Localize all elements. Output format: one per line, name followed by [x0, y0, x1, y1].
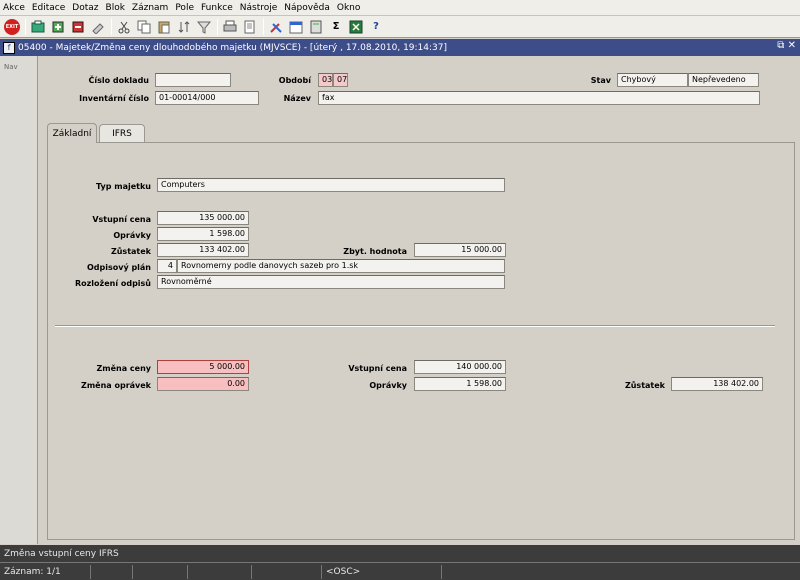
calculator-icon[interactable]: [308, 19, 324, 35]
exit-button[interactable]: EXIT: [4, 18, 20, 35]
toolbar-separator: [25, 18, 26, 35]
price-change-field[interactable]: 5 000.00: [157, 360, 249, 374]
asset-type-field[interactable]: Computers: [157, 178, 505, 192]
document-number-field[interactable]: [155, 73, 231, 87]
status-segment: [187, 564, 251, 579]
depreciation-plan-field[interactable]: Rovnomerny podle danovych sazeb pro 1.sk: [177, 259, 505, 273]
save-icon[interactable]: [30, 19, 46, 35]
tab-zakladni[interactable]: Základní: [47, 123, 97, 143]
status-field-2: Nepřevedeno: [688, 73, 759, 87]
depreciation-label: Oprávky: [113, 231, 151, 240]
toolbar-separator: [111, 18, 112, 35]
status-segment: [90, 564, 132, 579]
mode-indicator: <OSC>: [321, 564, 441, 579]
menu-editace[interactable]: Editace: [32, 3, 65, 13]
menu-zaznam[interactable]: Záznam: [132, 3, 168, 13]
cut-icon[interactable]: [116, 19, 132, 35]
toolbar-separator: [263, 18, 264, 35]
hint-bar: Změna vstupní ceny IFRS: [0, 545, 800, 562]
depreciation-distribution-label: Rozložení odpisů: [74, 279, 151, 288]
input-price-label: Vstupní cena: [92, 215, 151, 224]
exit-icon: EXIT: [4, 18, 20, 35]
form-content: Číslo dokladu Období 03 07 Stav Chybový …: [39, 56, 800, 544]
status-label: Stav: [590, 76, 611, 85]
balance-label: Zůstatek: [110, 247, 151, 256]
input-price-field: 135 000.00: [157, 211, 249, 225]
depreciation-plan-label: Odpisový plán: [86, 263, 151, 272]
filter-icon[interactable]: [196, 19, 212, 35]
window-titlebar: f 05400 - Majetek/Změna ceny dlouhodobéh…: [0, 39, 800, 56]
toolbar-separator: [217, 18, 218, 35]
section-divider: [55, 325, 775, 327]
depreciation-plan-code-field[interactable]: 4: [157, 259, 177, 273]
period-month-field[interactable]: 03: [318, 73, 333, 87]
menu-pole[interactable]: Pole: [175, 3, 194, 13]
price-change-label: Změna ceny: [96, 364, 151, 373]
new-input-price-label: Vstupní cena: [348, 364, 407, 373]
name-field[interactable]: fax: [318, 91, 760, 105]
menu-blok[interactable]: Blok: [106, 3, 125, 13]
delete-record-icon[interactable]: [70, 19, 86, 35]
record-counter: Záznam: 1/1: [4, 566, 61, 577]
tab-ifrs[interactable]: IFRS: [99, 124, 145, 143]
status-segment: [132, 564, 187, 579]
menu-dotaz[interactable]: Dotaz: [72, 3, 98, 13]
help-icon[interactable]: ?: [368, 19, 384, 35]
edit-icon[interactable]: [242, 19, 258, 35]
period-year-field[interactable]: 07: [333, 73, 348, 87]
menu-nastroje[interactable]: Nástroje: [240, 3, 278, 13]
sum-icon[interactable]: Σ: [328, 19, 344, 35]
inventory-number-label: Inventární číslo: [79, 94, 149, 103]
document-number-label: Číslo dokladu: [88, 76, 149, 85]
nav-label[interactable]: Nav: [4, 63, 18, 71]
new-depreciation-field: 1 598.00: [414, 377, 506, 391]
menu-akce[interactable]: Akce: [3, 3, 25, 13]
new-balance-label: Zůstatek: [624, 381, 665, 390]
window-title: 05400 - Majetek/Změna ceny dlouhodobého …: [18, 42, 448, 53]
balance-field: 133 402.00: [157, 243, 249, 257]
toolbar: EXIT Σ ?: [0, 16, 800, 38]
depreciation-distribution-field[interactable]: Rovnoměrné: [157, 275, 505, 289]
period-label: Období: [278, 76, 311, 85]
name-label: Název: [283, 94, 311, 103]
calendar-icon[interactable]: [288, 19, 304, 35]
clear-icon[interactable]: [90, 19, 106, 35]
menu-okno[interactable]: Okno: [337, 3, 361, 13]
asset-type-label: Typ majetku: [96, 182, 151, 191]
print-icon[interactable]: [222, 19, 238, 35]
status-field-1: Chybový: [617, 73, 688, 87]
window-controls[interactable]: ⧉ ✕: [777, 40, 796, 51]
status-bar: Záznam: 1/1 <OSC>: [0, 562, 800, 580]
new-input-price-field: 140 000.00: [414, 360, 506, 374]
residual-value-label: Zbyt. hodnota: [343, 247, 407, 256]
excel-icon[interactable]: [348, 19, 364, 35]
menu-napoveda[interactable]: Nápověda: [284, 3, 330, 13]
new-balance-field: 138 402.00: [671, 377, 763, 391]
form-icon: f: [3, 41, 15, 54]
menu-bar: Akce Editace Dotaz Blok Záznam Pole Funk…: [0, 0, 800, 16]
new-depreciation-label: Oprávky: [369, 381, 407, 390]
menu-funkce[interactable]: Funkce: [201, 3, 233, 13]
status-segment: [251, 564, 321, 579]
status-segment: [441, 564, 481, 579]
depreciation-field: 1 598.00: [157, 227, 249, 241]
copy-icon[interactable]: [136, 19, 152, 35]
sort-icon[interactable]: [176, 19, 192, 35]
tab-panel: [47, 142, 795, 540]
insert-record-icon[interactable]: [50, 19, 66, 35]
depreciation-change-field[interactable]: 0.00: [157, 377, 249, 391]
tools-icon[interactable]: [268, 19, 284, 35]
residual-value-field: 15 000.00: [414, 243, 506, 257]
inventory-number-field[interactable]: 01-00014/000: [155, 91, 259, 105]
navigation-pane: Nav: [0, 56, 38, 544]
depreciation-change-label: Změna oprávek: [81, 381, 151, 390]
paste-icon[interactable]: [156, 19, 172, 35]
hint-text: Změna vstupní ceny IFRS: [4, 548, 119, 559]
